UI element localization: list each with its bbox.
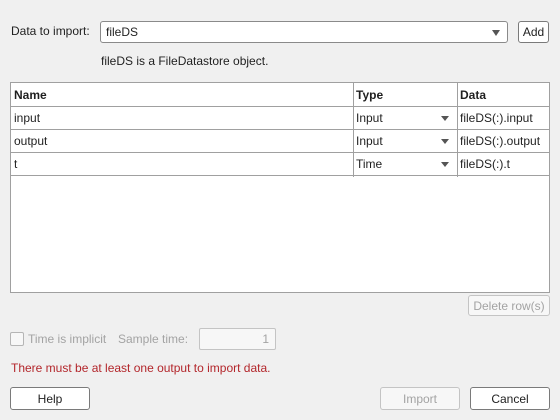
add-button[interactable]: Add (518, 21, 549, 43)
table-row[interactable]: output Input fileDS(:).output (11, 130, 549, 153)
cell-type-value: Time (356, 157, 383, 171)
column-header-type[interactable]: Type (353, 83, 457, 107)
table-row[interactable]: input Input fileDS(:).input (11, 107, 549, 130)
delete-rows-button[interactable]: Delete row(s) (468, 295, 550, 316)
time-implicit-checkbox[interactable] (10, 332, 24, 346)
import-button[interactable]: Import (380, 387, 460, 410)
cell-type-dropdown[interactable]: Time (353, 153, 457, 175)
cell-data[interactable]: fileDS(:).input (457, 107, 549, 129)
cell-name[interactable]: input (11, 107, 353, 129)
column-header-name[interactable]: Name (11, 83, 353, 107)
cell-type-dropdown[interactable]: Input (353, 107, 457, 129)
error-message: There must be at least one output to imp… (11, 361, 271, 375)
cell-data[interactable]: fileDS(:).output (457, 130, 549, 152)
chevron-down-icon (441, 116, 449, 121)
time-implicit-label: Time is implicit (28, 332, 107, 346)
cell-name[interactable]: output (11, 130, 353, 152)
chevron-down-icon (492, 30, 500, 36)
column-header-data[interactable]: Data (457, 83, 549, 107)
column-divider (457, 83, 458, 177)
data-to-import-label: Data to import: (11, 24, 90, 38)
cancel-button[interactable]: Cancel (470, 387, 550, 410)
signal-table: Name Type Data input Input fileDS(:).inp… (10, 82, 550, 293)
chevron-down-icon (441, 162, 449, 167)
cell-data[interactable]: fileDS(:).t (457, 153, 549, 175)
data-source-dropdown[interactable]: fileDS (100, 21, 508, 43)
sample-time-label: Sample time: (118, 332, 189, 346)
datastore-info-text: fileDS is a FileDatastore object. (101, 54, 269, 68)
help-button[interactable]: Help (10, 387, 90, 410)
cell-type-value: Input (356, 134, 383, 148)
chevron-down-icon (441, 139, 449, 144)
import-data-dialog: Data to import: fileDS Add fileDS is a F… (0, 0, 560, 420)
table-row[interactable]: t Time fileDS(:).t (11, 153, 549, 176)
cell-name[interactable]: t (11, 153, 353, 175)
table-header: Name Type Data (11, 83, 549, 107)
data-source-value: fileDS (106, 25, 139, 39)
cell-type-dropdown[interactable]: Input (353, 130, 457, 152)
column-divider (353, 83, 354, 177)
cell-type-value: Input (356, 111, 383, 125)
sample-time-field[interactable]: 1 (199, 328, 276, 350)
